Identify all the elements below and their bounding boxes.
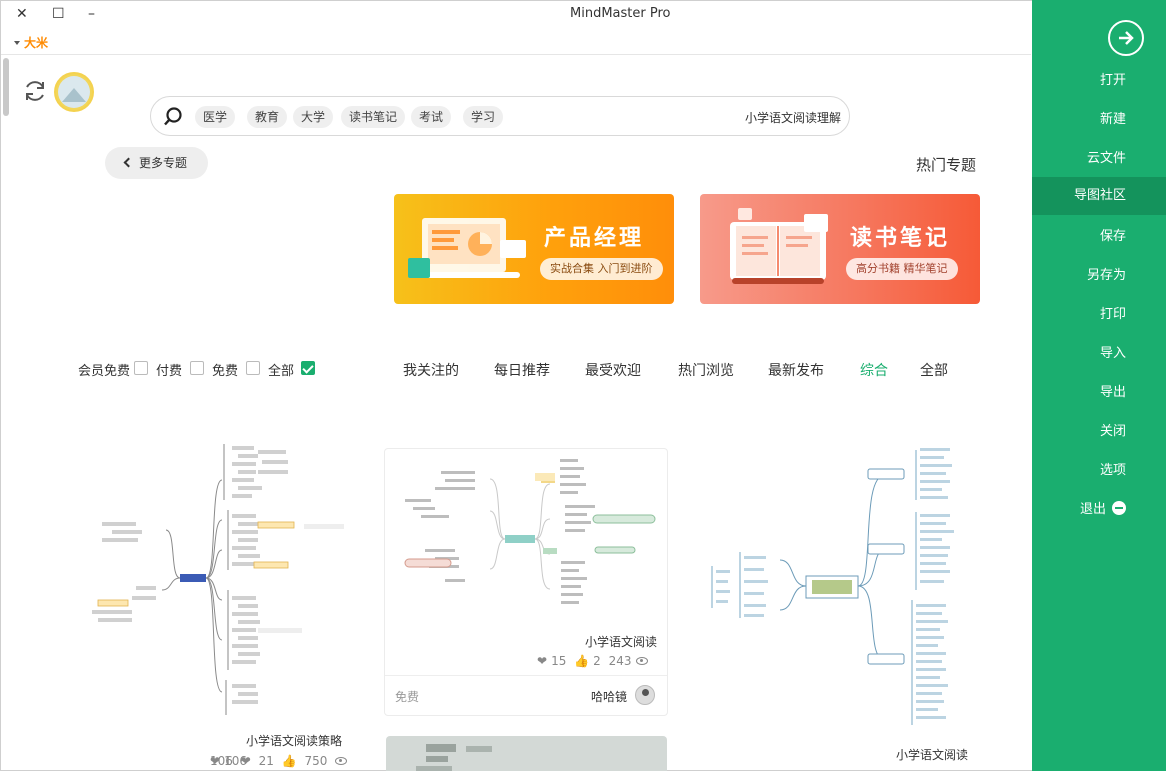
- sidebar-item-exit[interactable]: 退出: [1032, 491, 1166, 529]
- titlebar-divider: [1, 54, 1031, 55]
- search-input[interactable]: [711, 106, 841, 128]
- mindmap-thumbnail: [92, 444, 344, 715]
- search-chip[interactable]: 读书笔记: [341, 106, 406, 128]
- views-count: 243: [608, 654, 632, 668]
- mindmap-card[interactable]: 小学语文阅读策略 ❤ 106: [72, 440, 356, 768]
- sidebar-item-cloud[interactable]: 云文件: [1032, 140, 1166, 178]
- sidebar-item-new[interactable]: 新建: [1032, 101, 1166, 139]
- minimize-window-button[interactable]: –: [88, 6, 95, 22]
- filter-all-label: 全部: [268, 364, 295, 379]
- close-window-button[interactable]: ✕: [16, 6, 28, 22]
- exit-icon: [1112, 501, 1126, 515]
- maximize-window-button[interactable]: ☐: [52, 6, 65, 22]
- sidebar-item-print[interactable]: 打印: [1032, 296, 1166, 334]
- laptop-chart-icon: [408, 218, 526, 278]
- search-chip[interactable]: 大学: [293, 106, 334, 128]
- mindmap-card[interactable]: [386, 736, 667, 771]
- sidebar-item-save[interactable]: 保存: [1032, 218, 1166, 256]
- back-button[interactable]: [1108, 20, 1144, 56]
- filter-paid-checkbox[interactable]: [190, 361, 204, 375]
- heart-icon: ❤: [240, 754, 251, 768]
- search-chip[interactable]: 教育: [247, 106, 288, 128]
- search-chip[interactable]: 考试: [411, 106, 452, 128]
- sidebar: 打开 新建 云文件 导图社区 保存 另存为 打印 导入 导出 关闭 选项 退出: [1032, 0, 1166, 771]
- more-topics-button[interactable]: 更多专题: [105, 147, 208, 179]
- scrollbar[interactable]: [3, 58, 9, 116]
- sidebar-item-import[interactable]: 导入: [1032, 335, 1166, 373]
- banner-subtitle: 高分书籍 精华笔记: [846, 258, 958, 280]
- card-title: 小学语文阅读策略: [246, 734, 343, 748]
- banner-title: 产品经理: [544, 226, 645, 251]
- banner-title: 读书笔记: [850, 226, 951, 251]
- user-menu[interactable]: 大米: [14, 34, 48, 51]
- book-icon: [730, 208, 828, 284]
- sidebar-item-close[interactable]: 关闭: [1032, 413, 1166, 451]
- tab-general[interactable]: 综合: [860, 360, 888, 380]
- refresh-icon[interactable]: [22, 78, 48, 108]
- favorites-count: 15: [551, 654, 567, 668]
- chevron-left-icon: [123, 157, 134, 168]
- card-title: 小学语文阅读: [585, 635, 658, 649]
- tab-all[interactable]: 全部: [920, 360, 948, 380]
- filter-member-free-label: 会员免费: [78, 364, 131, 379]
- favorites-count: 106: [210, 754, 233, 768]
- section-title: 热门专题: [916, 156, 977, 174]
- tab-latest[interactable]: 最新发布: [768, 360, 824, 380]
- tab-following[interactable]: 我关注的: [403, 360, 459, 380]
- avatar-mountain: [62, 88, 86, 102]
- filter-free-label: 免费: [212, 364, 239, 379]
- search-icon[interactable]: [163, 107, 183, 131]
- tab-daily-picks[interactable]: 每日推荐: [494, 360, 550, 380]
- author-name[interactable]: 哈哈镜: [591, 688, 627, 705]
- caret-down-icon: [14, 41, 20, 45]
- filter-all-checkbox[interactable]: [301, 361, 315, 375]
- banner-reading-notes[interactable]: 读书笔记 高分书籍 精华笔记: [700, 194, 980, 304]
- price-label: 免费: [395, 690, 420, 704]
- sidebar-item-open[interactable]: 打开: [1032, 62, 1166, 100]
- tab-most-popular[interactable]: 最受欢迎: [585, 360, 641, 380]
- card-stats: 106 ❤ 21 👍 750: [208, 754, 349, 768]
- arrow-right-icon: [1119, 31, 1134, 45]
- sidebar-item-export[interactable]: 导出: [1032, 374, 1166, 412]
- sidebar-item-options[interactable]: 选项: [1032, 452, 1166, 490]
- sidebar-item-save-as[interactable]: 另存为: [1032, 257, 1166, 295]
- filter-member-free-checkbox[interactable]: [134, 361, 148, 375]
- likes-count: 21: [258, 754, 274, 768]
- search-bar[interactable]: 医学 教育 大学 读书笔记 考试 学习: [150, 96, 850, 136]
- eye-icon: [335, 757, 348, 765]
- search-chip[interactable]: 医学: [195, 106, 236, 128]
- mindmap-card[interactable]: 小学语文阅读: [700, 440, 982, 762]
- tab-hot-views[interactable]: 热门浏览: [678, 360, 734, 380]
- eye-icon: [635, 657, 648, 665]
- mindmap-thumbnail: [416, 744, 492, 771]
- filter-free-checkbox[interactable]: [246, 361, 260, 375]
- mindmap-card[interactable]: 小学语文阅读 ❤ 15 👍 2 243 哈哈镜 免费: [384, 448, 668, 716]
- banner-subtitle: 实战合集 入门到进阶: [540, 258, 663, 280]
- views-count: 750: [304, 754, 328, 768]
- likes-count: 2: [593, 654, 601, 668]
- user-avatar[interactable]: [54, 72, 94, 112]
- thumbs-up-icon: 👍: [281, 754, 297, 768]
- sidebar-item-label: 退出: [1079, 502, 1106, 517]
- window-title: MindMaster Pro: [570, 6, 671, 21]
- user-name: 大米: [24, 36, 49, 50]
- card-footer: 哈哈镜 免费: [385, 675, 667, 715]
- search-chip[interactable]: 学习: [463, 106, 504, 128]
- heart-icon: ❤: [537, 654, 548, 668]
- sidebar-item-community[interactable]: 导图社区: [1032, 177, 1166, 215]
- card-title: 小学语文阅读: [896, 748, 969, 762]
- more-topics-label: 更多专题: [139, 156, 188, 170]
- mindmap-thumbnail: [711, 448, 954, 725]
- card-stats: ❤ 15 👍 2 243: [535, 654, 650, 668]
- mindmap-thumbnail: [404, 459, 656, 604]
- thumbs-up-icon: 👍: [574, 654, 590, 668]
- banner-product-manager[interactable]: 产品经理 实战合集 入门到进阶: [394, 194, 674, 304]
- author-avatar[interactable]: [635, 685, 655, 705]
- filter-paid-label: 付费: [156, 364, 183, 379]
